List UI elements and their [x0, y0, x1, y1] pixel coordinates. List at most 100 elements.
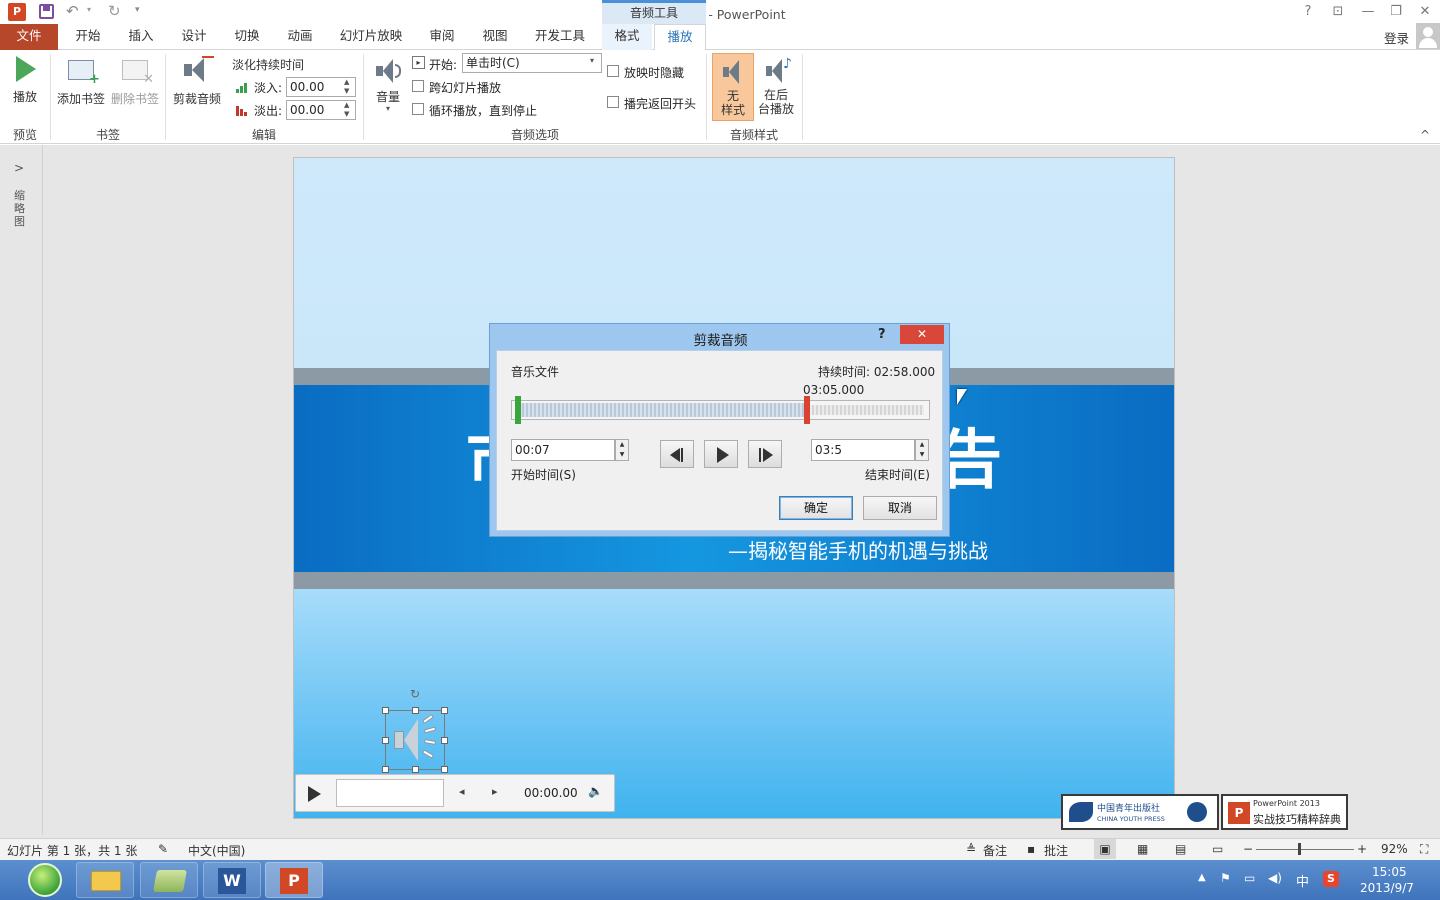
speaker-tray-icon[interactable]: ◀) — [1268, 871, 1282, 885]
resize-handle[interactable] — [441, 766, 448, 773]
tab-animations[interactable]: 动画 — [276, 24, 324, 50]
tab-insert[interactable]: 插入 — [117, 24, 165, 50]
reading-view-icon[interactable]: ▤ — [1175, 842, 1186, 856]
zoom-out-icon[interactable]: − — [1243, 842, 1253, 856]
sogou-ime-icon[interactable]: S — [1323, 871, 1339, 887]
clock-time[interactable]: 15:05 — [1372, 865, 1407, 879]
end-time-input[interactable]: 03:5 — [811, 439, 915, 461]
show-hidden-icons-icon[interactable]: ▲ — [1198, 872, 1206, 883]
player-forward-icon[interactable]: ▸ — [492, 785, 498, 798]
cancel-button[interactable]: 取消 — [863, 496, 937, 520]
player-progress-bar[interactable] — [336, 779, 444, 807]
user-avatar-icon[interactable] — [1416, 23, 1440, 49]
audio-file-name: 音乐文件 — [511, 365, 560, 379]
hide-during-show-checkbox[interactable] — [607, 65, 619, 77]
clock-date[interactable]: 2013/9/7 — [1360, 881, 1414, 895]
notes-icon[interactable]: ≜ — [966, 842, 976, 856]
tab-developer[interactable]: 开发工具 — [524, 24, 596, 50]
normal-view-icon[interactable]: ▣ — [1094, 839, 1116, 859]
previous-frame-button[interactable] — [660, 440, 694, 468]
network-icon[interactable]: ▭ — [1244, 871, 1255, 885]
tab-design[interactable]: 设计 — [170, 24, 218, 50]
zoom-level[interactable]: 92% — [1381, 842, 1408, 856]
close-button[interactable]: ✕ — [1413, 2, 1437, 22]
tab-review[interactable]: 审阅 — [418, 24, 466, 50]
minimize-button[interactable]: — — [1356, 2, 1380, 22]
fade-in-spinner-icon[interactable]: ▲ ▼ — [344, 78, 349, 96]
loop-until-stopped-checkbox[interactable] — [412, 103, 424, 115]
tab-format[interactable]: 格式 — [602, 24, 652, 50]
slide-sorter-icon[interactable]: ▦ — [1137, 842, 1148, 856]
group-label-audio-options: 音频选项 — [510, 128, 559, 142]
resize-handle[interactable] — [412, 707, 419, 714]
taskbar-word[interactable]: W — [203, 862, 261, 898]
end-time-spinner-icon[interactable]: ▲ ▼ — [915, 439, 929, 461]
start-time-input[interactable]: 00:07 — [511, 439, 615, 461]
comments-button[interactable]: 批注 — [1044, 842, 1068, 859]
login-link[interactable]: 登录 — [1384, 28, 1409, 47]
tab-transitions[interactable]: 切换 — [223, 24, 271, 50]
volume-button[interactable]: 音量 ▾ — [368, 56, 408, 113]
resize-handle[interactable] — [382, 737, 389, 744]
play-preview-button[interactable] — [704, 440, 738, 468]
tab-slideshow[interactable]: 幻灯片放映 — [332, 24, 410, 50]
tab-home[interactable]: 开始 — [64, 24, 112, 50]
play-in-background-button[interactable]: ♪ 在后 台播放 — [756, 53, 796, 116]
trim-audio-icon — [182, 56, 214, 84]
remove-bookmark-button[interactable]: ✕ 删除书签 — [109, 60, 161, 107]
rotate-handle-icon[interactable]: ↻ — [410, 687, 420, 701]
remove-bookmark-icon: ✕ — [122, 60, 154, 86]
notes-button[interactable]: 备注 — [983, 842, 1007, 859]
tab-file[interactable]: 文件 — [0, 24, 58, 50]
resize-handle[interactable] — [441, 737, 448, 744]
start-time-spinner-icon[interactable]: ▲ ▼ — [615, 439, 629, 461]
tab-playback[interactable]: 播放 — [654, 24, 706, 51]
taskbar-app[interactable] — [140, 862, 198, 898]
add-bookmark-button[interactable]: + 添加书签 — [55, 60, 107, 107]
resize-handle[interactable] — [441, 707, 448, 714]
ribbon-display-options-button[interactable]: ⊡ — [1326, 2, 1350, 22]
fit-slide-icon[interactable]: ⛶ — [1420, 842, 1428, 857]
start-button-icon[interactable] — [28, 863, 62, 897]
taskbar-explorer[interactable] — [76, 862, 134, 898]
zoom-slider[interactable] — [1256, 849, 1354, 850]
next-frame-button[interactable] — [748, 440, 782, 468]
spelling-check-icon[interactable]: ✎ — [158, 842, 168, 856]
audio-waveform[interactable] — [511, 400, 930, 420]
dialog-close-button[interactable]: ✕ — [900, 325, 944, 344]
thumbnails-label[interactable]: 缩略图 — [14, 189, 28, 228]
start-trim-handle[interactable] — [515, 396, 521, 424]
resize-handle[interactable] — [382, 707, 389, 714]
player-volume-icon[interactable]: 🔈 — [588, 784, 603, 798]
ime-indicator[interactable]: 中 — [1296, 871, 1309, 890]
no-style-button[interactable]: 无 样式 — [712, 53, 754, 121]
action-center-flag-icon[interactable]: ⚑ — [1220, 871, 1231, 885]
fade-out-spinner-icon[interactable]: ▲ ▼ — [344, 101, 349, 119]
tab-view[interactable]: 视图 — [471, 24, 519, 50]
help-button[interactable]: ? — [1296, 2, 1320, 22]
ribbon-tab-row: 文件 开始 插入 设计 切换 动画 幻灯片放映 审阅 视图 开发工具 格式 播放… — [0, 23, 1440, 51]
start-dropdown-arrow-icon[interactable]: ▾ — [590, 56, 594, 65]
player-back-icon[interactable]: ◂ — [459, 785, 465, 798]
dialog-help-button[interactable]: ? — [878, 327, 886, 342]
collapse-ribbon-button[interactable]: ^ — [1420, 128, 1430, 142]
ok-button[interactable]: 确定 — [779, 496, 853, 520]
restore-button[interactable]: ❐ — [1384, 2, 1408, 22]
expand-thumbnails-button[interactable]: > — [14, 161, 24, 175]
audio-object[interactable]: ↻ — [382, 687, 448, 773]
comments-icon[interactable]: ▪ — [1027, 842, 1035, 856]
zoom-in-icon[interactable]: + — [1357, 842, 1367, 856]
rewind-after-playing-checkbox[interactable] — [607, 96, 619, 108]
resize-handle[interactable] — [412, 766, 419, 773]
play-across-slides-checkbox[interactable] — [412, 80, 424, 92]
player-play-icon[interactable] — [308, 786, 321, 802]
trim-audio-button[interactable]: 剪裁音频 — [168, 56, 226, 107]
taskbar-powerpoint[interactable]: P — [265, 862, 323, 898]
language-indicator[interactable]: 中文(中国) — [188, 842, 245, 859]
end-trim-handle[interactable] — [804, 396, 810, 424]
slideshow-view-icon[interactable]: ▭ — [1212, 842, 1223, 856]
resize-handle[interactable] — [382, 766, 389, 773]
zoom-slider-thumb[interactable] — [1298, 843, 1301, 855]
play-button[interactable]: 播放 — [6, 56, 44, 105]
start-dropdown[interactable]: 单击时(C) — [462, 53, 602, 73]
